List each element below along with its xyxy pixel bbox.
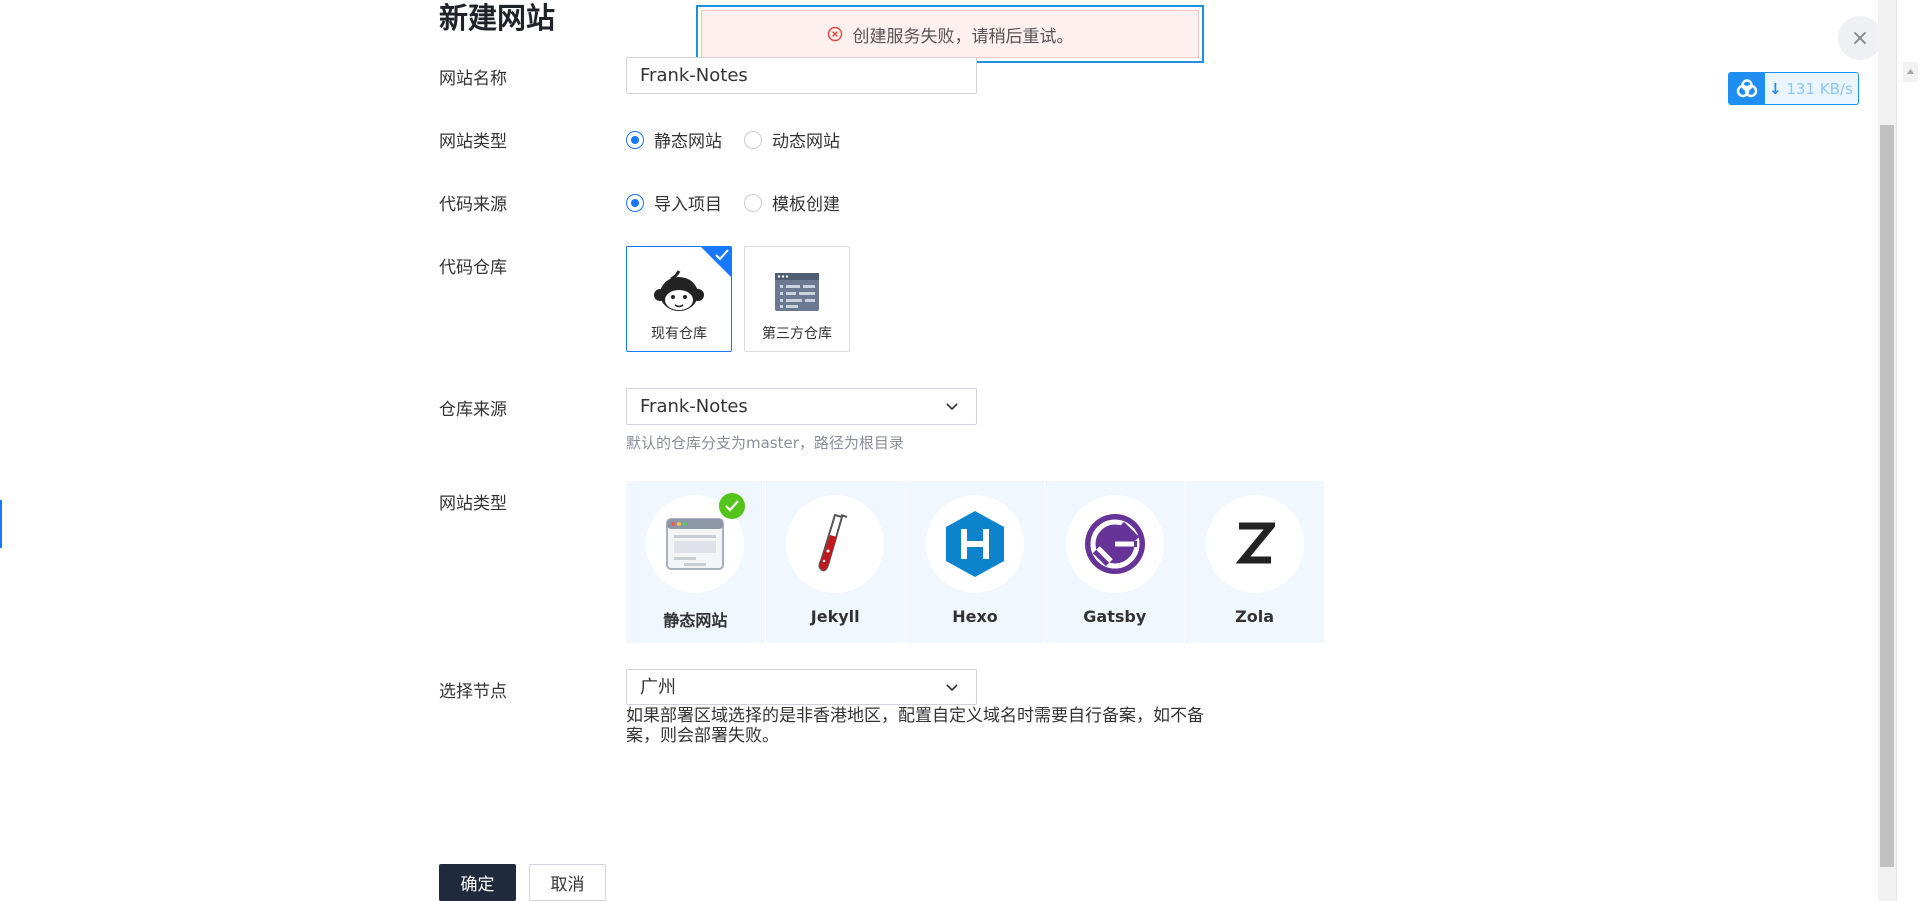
selected-check-icon <box>719 493 745 519</box>
code-source-radio-group: 导入项目 模板创建 <box>626 190 862 215</box>
site-name-label: 网站名称 <box>439 69 507 89</box>
repo-source-value: Frank-Notes <box>640 396 748 417</box>
radio-label: 动态网站 <box>772 132 840 152</box>
selected-corner <box>701 247 731 277</box>
download-speed-widget[interactable]: ↓ 131 KB/s <box>1728 72 1859 105</box>
site-type-radio-group: 静态网站 动态网站 <box>626 127 862 152</box>
node-select[interactable]: 广州 <box>626 669 977 705</box>
monkey-icon <box>654 270 704 311</box>
download-speed-text: ↓ 131 KB/s <box>1765 80 1853 98</box>
framework-jekyll[interactable]: Jekyll <box>765 481 905 643</box>
node-label: 选择节点 <box>439 682 507 702</box>
gatsby-logo-icon <box>1084 514 1145 574</box>
radio-dynamic-site[interactable]: 动态网站 <box>744 127 840 152</box>
repo-card-label: 现有仓库 <box>651 326 707 342</box>
framework-hexo[interactable]: Hexo <box>905 481 1045 643</box>
browser-window-icon <box>666 518 725 570</box>
node-note: 如果部署区域选择的是非香港地区，配置自定义域名时需要自行备案，如不备案，则会部署… <box>626 706 1204 746</box>
node-value: 广州 <box>640 677 676 698</box>
repo-card-label: 第三方仓库 <box>762 326 832 342</box>
framework-icon-circle <box>1205 495 1304 593</box>
code-repo-label: 代码仓库 <box>439 258 507 278</box>
repo-source-select[interactable]: Frank-Notes <box>626 388 977 425</box>
cloud-icon <box>1729 73 1765 104</box>
radio-static-site[interactable]: 静态网站 <box>626 127 722 152</box>
page-border <box>1896 0 1897 901</box>
error-toast: 创建服务失败，请稍后重试。 <box>696 5 1204 63</box>
download-speed-value: 131 KB/s <box>1786 79 1853 98</box>
framework-list: 静态网站 Jekyll Hexo Gatsby Zola <box>626 481 1324 643</box>
framework-icon-circle <box>786 495 885 593</box>
jekyll-test-tube-icon <box>818 513 848 572</box>
framework-name: Hexo <box>952 607 998 626</box>
framework-name: 静态网站 <box>663 611 728 630</box>
radio-label: 模板创建 <box>772 195 840 215</box>
framework-gatsby[interactable]: Gatsby <box>1045 481 1185 643</box>
error-toast-message: 创建服务失败，请稍后重试。 <box>852 26 1074 47</box>
chevron-down-icon <box>946 403 958 411</box>
error-toast-body: 创建服务失败，请稍后重试。 <box>701 10 1199 58</box>
radio-unchecked-icon <box>744 130 762 149</box>
framework-zola[interactable]: Zola <box>1185 481 1324 643</box>
framework-icon-circle <box>925 495 1024 593</box>
confirm-button[interactable]: 确定 <box>439 864 516 901</box>
framework-name: Zola <box>1235 607 1275 626</box>
error-circle-icon <box>827 26 842 42</box>
close-icon: × <box>1850 25 1870 51</box>
radio-template-create[interactable]: 模板创建 <box>744 190 840 215</box>
framework-icon-circle <box>1065 495 1164 593</box>
cancel-button[interactable]: 取消 <box>529 864 606 901</box>
chevron-down-icon <box>946 684 958 692</box>
radio-import-project[interactable]: 导入项目 <box>626 190 722 215</box>
repo-card-existing[interactable]: 现有仓库 <box>626 246 732 352</box>
zola-z-icon <box>1235 522 1275 564</box>
repo-card-third-party[interactable]: 第三方仓库 <box>744 246 850 352</box>
radio-checked-icon <box>626 193 644 212</box>
page-title: 新建网站 <box>439 1 556 35</box>
scrollbar-thumb[interactable] <box>1880 125 1894 867</box>
radio-label: 导入项目 <box>654 195 722 215</box>
code-source-label: 代码来源 <box>439 195 507 215</box>
page: 新建网站 创建服务失败，请稍后重试。 × ↓ 131 KB/s 网站名称 Fra… <box>0 0 1920 901</box>
framework-static-site[interactable]: 静态网站 <box>626 481 765 643</box>
scroll-up-arrow-icon[interactable] <box>1903 62 1918 82</box>
radio-label: 静态网站 <box>654 132 722 152</box>
site-type-label: 网站类型 <box>439 132 507 152</box>
download-arrow-icon: ↓ <box>1769 79 1782 98</box>
site-name-input[interactable]: Frank-Notes <box>626 57 977 94</box>
left-edge-indicator <box>0 500 2 548</box>
checkmark-icon <box>715 249 729 261</box>
framework-name: Gatsby <box>1083 607 1147 626</box>
framework-label: 网站类型 <box>439 494 507 514</box>
repo-source-hint: 默认的仓库分支为master，路径为根目录 <box>626 434 904 452</box>
close-button[interactable]: × <box>1838 16 1882 60</box>
hexo-hexagon-icon <box>945 511 1004 577</box>
repo-source-label: 仓库来源 <box>439 400 507 420</box>
radio-checked-icon <box>626 130 644 149</box>
framework-name: Jekyll <box>810 607 860 626</box>
radio-unchecked-icon <box>744 193 762 212</box>
repository-list-icon <box>775 273 819 311</box>
